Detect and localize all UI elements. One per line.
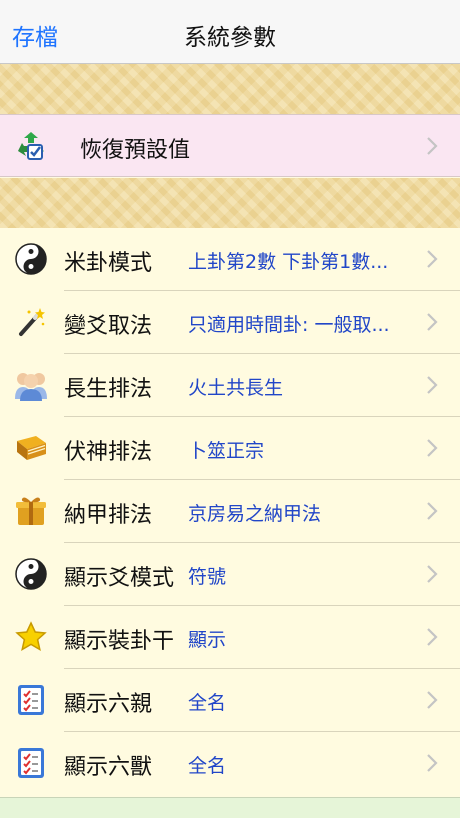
setting-label: 納甲排法 <box>64 503 153 528</box>
setting-value: 上卦第2數 下卦第1數... <box>188 251 389 273</box>
setting-label: 顯示爻模式 <box>64 566 175 591</box>
magic-wand-icon <box>14 305 48 339</box>
star-icon <box>14 620 48 654</box>
chevron-right-icon <box>427 691 438 709</box>
chevron-right-icon <box>427 628 438 646</box>
yin-yang-icon <box>14 242 48 276</box>
setting-row-show-six-beasts[interactable]: 顯示六獸 全名 <box>0 732 460 795</box>
yin-yang-icon <box>14 557 48 591</box>
reset-label: 恢復預設值 <box>80 138 191 163</box>
setting-row-changing-line-method[interactable]: 變爻取法 只適用時間卦: 一般取... <box>0 291 460 354</box>
chevron-right-icon <box>427 439 438 457</box>
chevron-right-icon <box>427 502 438 520</box>
recycle-reset-icon <box>14 129 48 163</box>
setting-row-rice-hexagram-mode[interactable]: 米卦模式 上卦第2數 下卦第1數... <box>0 228 460 291</box>
chevron-right-icon <box>427 565 438 583</box>
setting-row-show-six-relatives[interactable]: 顯示六親 全名 <box>0 669 460 732</box>
reset-defaults-row[interactable]: 恢復預設值 <box>0 114 460 177</box>
setting-label: 顯示裝卦干 <box>64 629 175 654</box>
decorative-pattern-band <box>0 178 460 228</box>
setting-label: 長生排法 <box>64 377 153 402</box>
chevron-right-icon <box>427 754 438 772</box>
gift-box-icon <box>14 494 48 528</box>
people-icon <box>14 368 48 402</box>
setting-label: 米卦模式 <box>64 251 153 276</box>
setting-value: 火土共長生 <box>188 377 284 399</box>
chevron-right-icon <box>427 137 438 155</box>
setting-row-hidden-spirit-method[interactable]: 伏神排法 卜筮正宗 <box>0 417 460 480</box>
setting-label: 變爻取法 <box>64 314 153 339</box>
setting-label: 伏神排法 <box>64 440 153 465</box>
setting-row-line-display-mode[interactable]: 顯示爻模式 符號 <box>0 543 460 606</box>
checklist-icon <box>14 746 48 780</box>
setting-row-show-hexagram-stems[interactable]: 顯示裝卦干 顯示 <box>0 606 460 669</box>
chevron-right-icon <box>427 250 438 268</box>
chevron-right-icon <box>427 313 438 331</box>
setting-label: 顯示六獸 <box>64 755 153 780</box>
next-section-row <box>0 797 460 818</box>
setting-value: 顯示 <box>188 629 227 651</box>
navigation-bar: 存檔 系統參數 <box>0 0 460 64</box>
book-icon <box>14 431 48 465</box>
setting-value: 只適用時間卦: 一般取... <box>188 314 390 336</box>
setting-value: 全名 <box>188 692 227 714</box>
setting-row-najia-method[interactable]: 納甲排法 京房易之納甲法 <box>0 480 460 543</box>
page-title: 系統參數 <box>184 25 276 51</box>
setting-value: 符號 <box>188 566 227 588</box>
setting-value: 卜筮正宗 <box>188 440 265 462</box>
checklist-icon <box>14 683 48 717</box>
setting-value: 全名 <box>188 755 227 777</box>
chevron-right-icon <box>427 376 438 394</box>
setting-value: 京房易之納甲法 <box>188 503 322 525</box>
setting-label: 顯示六親 <box>64 692 153 717</box>
setting-row-longevity-method[interactable]: 長生排法 火土共長生 <box>0 354 460 417</box>
decorative-pattern-band <box>0 64 460 114</box>
